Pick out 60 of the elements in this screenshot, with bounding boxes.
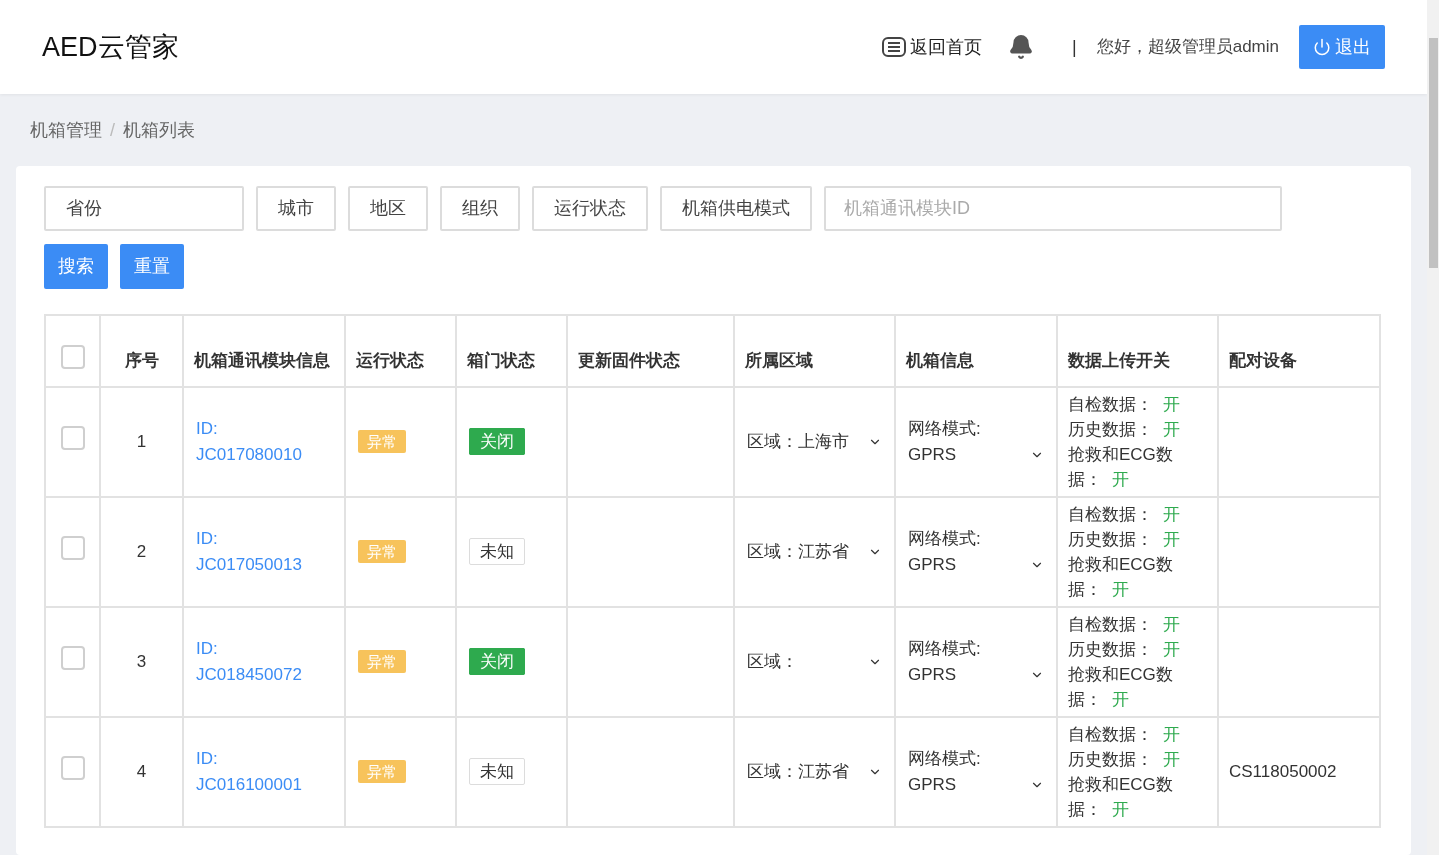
upload-setting: 自检数据： 开 — [1068, 504, 1181, 526]
upload-setting: 自检数据： 开 — [1068, 394, 1181, 416]
greeting-text: 您好，超级管理员admin — [1096, 36, 1279, 59]
column-header: 序号 — [100, 315, 183, 387]
column-header: 箱门状态 — [456, 315, 567, 387]
bell-icon[interactable] — [1008, 34, 1034, 60]
breadcrumb-link[interactable]: 机箱管理 — [30, 116, 102, 144]
column-header: 机箱通讯模块信息 — [183, 315, 345, 387]
search-field[interactable]: 机箱通讯模块ID — [824, 186, 1282, 231]
door-status-badge: 未知 — [469, 538, 525, 566]
filter-select[interactable]: 省份 — [44, 186, 244, 231]
upload-setting: 抢救和ECG数据： 开 — [1068, 444, 1174, 491]
filter-select[interactable]: 地区 — [348, 186, 428, 231]
status-badge: 异常 — [358, 650, 406, 674]
upload-setting: 抢救和ECG数据： 开 — [1068, 554, 1174, 601]
filter-select[interactable]: 城市 — [256, 186, 336, 231]
region-dropdown[interactable]: 区域： — [747, 649, 882, 675]
upload-setting: 历史数据： 开 — [1068, 419, 1181, 441]
menu-icon — [882, 37, 906, 57]
column-header: 机箱信息 — [895, 315, 1057, 387]
breadcrumb-separator: / — [110, 118, 115, 142]
checkbox[interactable] — [60, 756, 85, 781]
region-dropdown[interactable]: 区域：江苏省 — [747, 539, 882, 565]
upload-setting: 历史数据： 开 — [1068, 749, 1181, 771]
checkbox[interactable] — [60, 345, 85, 369]
door-status-badge: 关闭 — [469, 428, 525, 456]
region-dropdown[interactable]: 区域：江苏省 — [747, 759, 882, 785]
upload-setting: 历史数据： 开 — [1068, 639, 1181, 661]
app-logo: AED云管家 — [42, 30, 179, 64]
status-badge: 异常 — [358, 540, 406, 564]
checkbox[interactable] — [60, 646, 85, 671]
region-dropdown[interactable]: 区域：上海市 — [747, 429, 882, 455]
column-header: 数据上传开关 — [1057, 315, 1218, 387]
filter-select[interactable]: 组织 — [440, 186, 520, 231]
column-header: 运行状态 — [345, 315, 456, 387]
table-cell: 1 — [100, 387, 183, 497]
home-link[interactable]: 返回首页 — [882, 33, 982, 61]
status-badge: 异常 — [358, 430, 406, 454]
table-cell: 2 — [100, 497, 183, 607]
checkbox[interactable] — [60, 426, 85, 451]
filter-select[interactable]: 运行状态 — [532, 186, 648, 231]
filter-select[interactable]: 机箱供电模式 — [660, 186, 812, 231]
table-cell: 3 — [100, 607, 183, 717]
upload-setting: 自检数据： 开 — [1068, 724, 1181, 746]
divider-text: | — [1072, 35, 1077, 59]
upload-setting: 抢救和ECG数据： 开 — [1068, 664, 1174, 711]
door-status-badge: 未知 — [469, 758, 525, 786]
table-cell: 4 — [100, 717, 183, 827]
door-status-badge: 关闭 — [469, 648, 525, 676]
upload-setting: 抢救和ECG数据： 开 — [1068, 774, 1174, 821]
upload-setting: 自检数据： 开 — [1068, 614, 1181, 636]
checkbox[interactable] — [60, 536, 85, 561]
breadcrumb-current: 机箱列表 — [123, 118, 195, 142]
column-header: 配对设备 — [1218, 315, 1380, 387]
column-header: 所属区域 — [734, 315, 895, 387]
power-icon — [1313, 38, 1331, 56]
table-cell: CS118050002 — [1229, 762, 1337, 782]
upload-setting: 历史数据： 开 — [1068, 529, 1181, 551]
column-header: 更新固件状态 — [567, 315, 734, 387]
status-badge: 异常 — [358, 760, 406, 784]
